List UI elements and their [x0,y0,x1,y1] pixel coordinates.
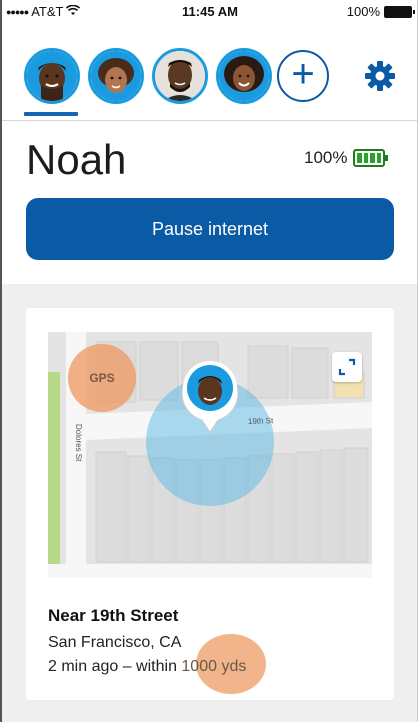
device-battery-percent: 100% [304,148,348,167]
profile-switcher: + [24,48,404,118]
pause-internet-button[interactable]: Pause internet [26,198,394,260]
avatar-adult-1[interactable] [152,48,208,104]
app-frame: ●●●●● AT&T 11:45 AM 100% + Noah 100% Pau… [0,0,418,722]
avatar-child-2[interactable] [88,48,144,104]
gear-icon [365,61,395,91]
expand-map-button[interactable] [332,352,362,382]
status-battery-percent: 100% [346,4,380,19]
active-profile-indicator [24,112,78,116]
location-city: San Francisco, CA [48,634,182,651]
status-right: 100% [346,4,415,19]
street-label-dolores: Dolores St [74,424,83,462]
profile-name: Noah [26,136,127,183]
location-time-prefix: 2 min ago – within [48,658,182,675]
header-divider [2,120,417,121]
device-battery-icon [353,149,389,167]
location-card: Dolores St 19th St GPS Near 19th Street … [26,308,394,700]
plus-icon: + [291,52,315,96]
add-profile-button[interactable]: + [277,50,329,102]
location-accuracy: 1000 yds [181,658,247,675]
avatar-noah[interactable] [24,48,80,104]
location-title: Near 19th Street [48,606,179,625]
device-battery: 100% [304,148,389,168]
location-time: 2 min ago – within 1000 yds [48,658,246,676]
location-map[interactable]: Dolores St 19th St GPS [48,332,372,578]
avatar-adult-2[interactable] [216,48,272,104]
gps-badge: GPS [68,344,136,412]
battery-icon [384,5,415,18]
status-bar: ●●●●● AT&T 11:45 AM 100% [2,0,417,24]
settings-button[interactable] [364,60,396,92]
street-label-19th: 19th St [248,416,274,426]
expand-icon [338,358,356,376]
